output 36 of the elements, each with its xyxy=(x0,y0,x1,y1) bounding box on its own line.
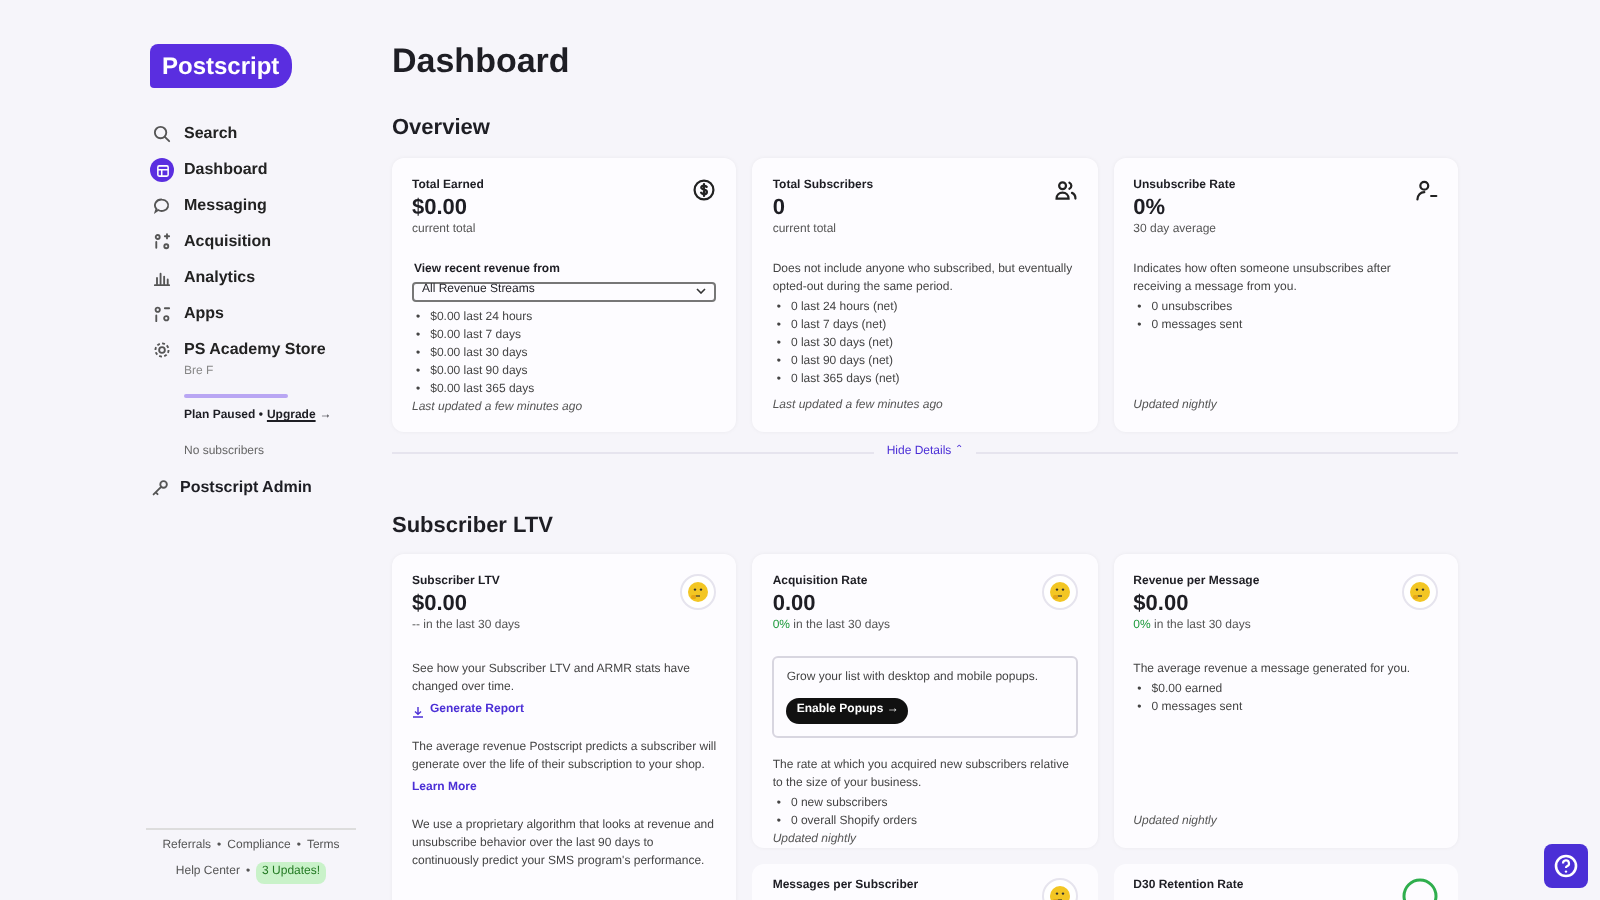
person-minus-icon xyxy=(1413,177,1438,201)
help-button[interactable] xyxy=(1544,844,1588,888)
search-icon xyxy=(152,124,172,144)
download-icon xyxy=(412,705,424,717)
bar-chart-icon xyxy=(152,268,172,288)
thinking-face-icon xyxy=(1401,574,1438,610)
dashboard-icon xyxy=(153,161,171,179)
chevron-down-icon xyxy=(696,288,707,294)
dollar-circle-icon xyxy=(692,177,717,201)
metric-value: 0 xyxy=(772,195,787,221)
metric-value: $0.00 xyxy=(1133,592,1191,618)
people-icon xyxy=(1053,177,1078,201)
nav-item[interactable]: Analytics xyxy=(150,260,360,296)
page-title: Dashboard xyxy=(392,40,572,84)
logo: Postscript xyxy=(150,44,292,88)
section-heading: Subscriber LTV xyxy=(392,511,555,541)
thinking-face-icon xyxy=(680,574,717,610)
nav-item[interactable]: PS Academy Store xyxy=(150,332,360,368)
metric-value: 0.00 xyxy=(772,592,818,618)
metric-value: 0% xyxy=(1133,195,1168,221)
key-icon xyxy=(150,478,170,498)
nav-item[interactable]: Apps xyxy=(150,296,360,332)
gear-icon xyxy=(152,340,172,360)
nav-item[interactable]: Search xyxy=(150,116,360,152)
metric-value: $0.00 xyxy=(412,195,470,221)
thinking-face-icon xyxy=(1041,574,1078,610)
nav-item[interactable]: Dashboard xyxy=(150,152,360,188)
nav-item[interactable]: Postscript Admin xyxy=(150,470,360,506)
apps-icon xyxy=(152,304,172,324)
nodes-icon xyxy=(152,232,172,252)
metric-value: $0.00 xyxy=(412,592,470,618)
section-heading: Overview xyxy=(392,114,492,144)
nav-item[interactable]: Acquisition xyxy=(150,224,360,260)
chat-bubble-icon xyxy=(152,196,172,216)
nav-item[interactable]: Messaging xyxy=(150,188,360,224)
help-icon xyxy=(1554,854,1578,878)
